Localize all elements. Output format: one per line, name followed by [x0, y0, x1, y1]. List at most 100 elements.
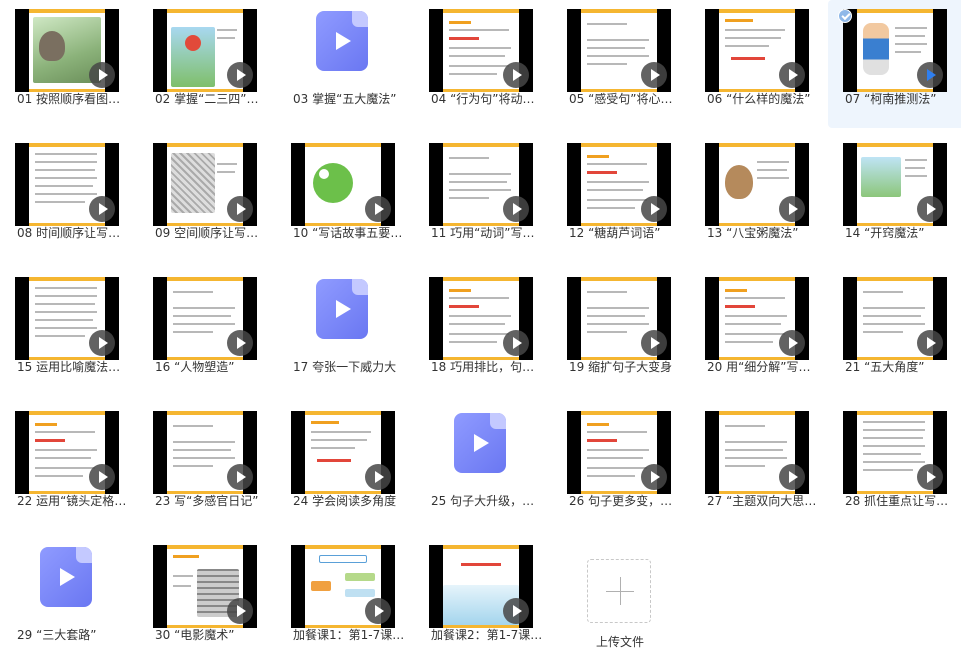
- video-thumbnail: [843, 9, 947, 92]
- file-item[interactable]: 02 掌握“二三四”写作法: [138, 0, 276, 128]
- video-thumbnail: [843, 143, 947, 226]
- file-item[interactable]: 12 “糖葫芦词语”: [552, 134, 690, 262]
- file-item[interactable]: 15 运用比喻魔法写句子: [0, 268, 138, 396]
- file-item[interactable]: 30 “电影魔术”: [138, 536, 276, 655]
- play-icon[interactable]: [917, 196, 943, 222]
- play-icon[interactable]: [89, 196, 115, 222]
- file-name: 11 巧用“动词”写具体: [431, 226, 545, 240]
- video-thumbnail: [15, 277, 119, 360]
- play-icon[interactable]: [365, 196, 391, 222]
- file-name: 03 掌握“五大魔法”: [293, 92, 397, 106]
- file-item[interactable]: 27 “主题双向大思考”: [690, 402, 828, 530]
- play-icon[interactable]: [503, 62, 529, 88]
- file-grid: 01 按照顺序看图写一段话 02 掌握“二三四”写作法 03 掌握“五大魔法” 04 …: [0, 0, 961, 655]
- file-item[interactable]: 08 时间顺序让写作有条理: [0, 134, 138, 262]
- file-name: 10 “写话故事五要素”: [293, 226, 407, 240]
- file-name: 09 空间顺序让写作有条理: [155, 226, 269, 240]
- file-item[interactable]: 加餐课2：第1-7课复习: [414, 536, 552, 655]
- file-name: 加餐课1：第1-7课复习: [293, 628, 407, 642]
- video-thumbnail: [705, 9, 809, 92]
- video-thumbnail: [705, 277, 809, 360]
- file-item[interactable]: 10 “写话故事五要素”: [276, 134, 414, 262]
- file-item[interactable]: 14 “开窍魔法”: [828, 134, 961, 262]
- file-name: 22 运用“镜头定格法”: [17, 494, 131, 508]
- file-name: 29 “三大套路”: [17, 628, 97, 642]
- file-item[interactable]: 17 夸张一下威力大: [276, 268, 414, 396]
- video-thumbnail: [705, 411, 809, 494]
- play-icon[interactable]: [365, 464, 391, 490]
- play-icon[interactable]: [917, 464, 943, 490]
- file-item[interactable]: 加餐课1：第1-7课复习: [276, 536, 414, 655]
- file-item[interactable]: 26 句子更多变，写作更精彩: [552, 402, 690, 530]
- video-thumbnail: [153, 143, 257, 226]
- play-icon[interactable]: [917, 330, 943, 356]
- file-item[interactable]: 04 “行为句”将动作写具体: [414, 0, 552, 128]
- file-item[interactable]: 25 句子大升级，写作更生动: [414, 402, 552, 530]
- file-item[interactable]: 07 “柯南推测法”: [828, 0, 961, 128]
- play-icon[interactable]: [641, 464, 667, 490]
- file-item[interactable]: 16 “人物塑造”: [138, 268, 276, 396]
- file-name: 01 按照顺序看图写一段话: [17, 92, 131, 106]
- video-thumbnail: [429, 9, 533, 92]
- file-name: 27 “主题双向大思考”: [707, 494, 821, 508]
- play-icon[interactable]: [779, 330, 805, 356]
- video-thumbnail: [291, 143, 395, 226]
- file-item[interactable]: 09 空间顺序让写作有条理: [138, 134, 276, 262]
- play-icon[interactable]: [227, 62, 253, 88]
- file-item[interactable]: 28 抓住重点让写作更出彩: [828, 402, 961, 530]
- file-item[interactable]: 20 用“细分解”写具体: [690, 268, 828, 396]
- file-name: 02 掌握“二三四”写作法: [155, 92, 269, 106]
- play-icon[interactable]: [89, 62, 115, 88]
- file-item[interactable]: 13 “八宝粥魔法”: [690, 134, 828, 262]
- video-thumbnail: [567, 9, 671, 92]
- video-file-icon: [40, 547, 92, 607]
- play-icon[interactable]: [503, 598, 529, 624]
- file-item[interactable]: 06 “什么样的魔法”: [690, 0, 828, 128]
- play-icon[interactable]: [641, 62, 667, 88]
- file-name: 17 夸张一下威力大: [293, 360, 397, 374]
- play-icon[interactable]: [227, 196, 253, 222]
- file-item[interactable]: 22 运用“镜头定格法”: [0, 402, 138, 530]
- play-icon[interactable]: [917, 62, 943, 88]
- checkmark-icon[interactable]: [838, 9, 852, 23]
- play-icon[interactable]: [779, 62, 805, 88]
- video-thumbnail: [705, 143, 809, 226]
- video-thumbnail: [15, 143, 119, 226]
- video-thumbnail: [15, 411, 119, 494]
- file-name: 19 缩扩句子大变身: [569, 360, 673, 374]
- play-icon[interactable]: [779, 464, 805, 490]
- video-file-icon: [316, 279, 368, 339]
- play-icon[interactable]: [503, 330, 529, 356]
- play-icon[interactable]: [779, 196, 805, 222]
- video-thumbnail: [15, 9, 119, 92]
- play-icon[interactable]: [89, 330, 115, 356]
- video-thumbnail: [429, 277, 533, 360]
- file-item[interactable]: 21 “五大角度”: [828, 268, 961, 396]
- file-name: 26 句子更多变，写作更精彩: [569, 494, 683, 508]
- file-item[interactable]: 24 学会阅读多角度: [276, 402, 414, 530]
- play-icon[interactable]: [641, 330, 667, 356]
- video-thumbnail: [843, 277, 947, 360]
- file-item[interactable]: 01 按照顺序看图写一段话: [0, 0, 138, 128]
- file-name: 28 抓住重点让写作更出彩: [845, 494, 959, 508]
- file-item[interactable]: 11 巧用“动词”写具体: [414, 134, 552, 262]
- play-icon[interactable]: [641, 196, 667, 222]
- play-icon[interactable]: [89, 464, 115, 490]
- file-item[interactable]: 23 写“多感官日记”: [138, 402, 276, 530]
- file-item[interactable]: 29 “三大套路”: [0, 536, 138, 655]
- file-item[interactable]: 19 缩扩句子大变身: [552, 268, 690, 396]
- play-icon[interactable]: [503, 196, 529, 222]
- play-icon[interactable]: [365, 598, 391, 624]
- file-item[interactable]: 03 掌握“五大魔法”: [276, 0, 414, 128]
- video-thumbnail: [429, 545, 533, 628]
- play-icon[interactable]: [227, 330, 253, 356]
- play-icon[interactable]: [227, 464, 253, 490]
- file-name: 07 “柯南推测法”: [845, 92, 937, 106]
- file-name: 05 “感受句”将心情写出来: [569, 92, 683, 106]
- upload-button[interactable]: [587, 559, 651, 623]
- video-thumbnail: [843, 411, 947, 494]
- play-icon[interactable]: [227, 598, 253, 624]
- file-item[interactable]: 05 “感受句”将心情写出来: [552, 0, 690, 128]
- video-thumbnail: [291, 411, 395, 494]
- file-item[interactable]: 18 巧用排比，句子更有气势: [414, 268, 552, 396]
